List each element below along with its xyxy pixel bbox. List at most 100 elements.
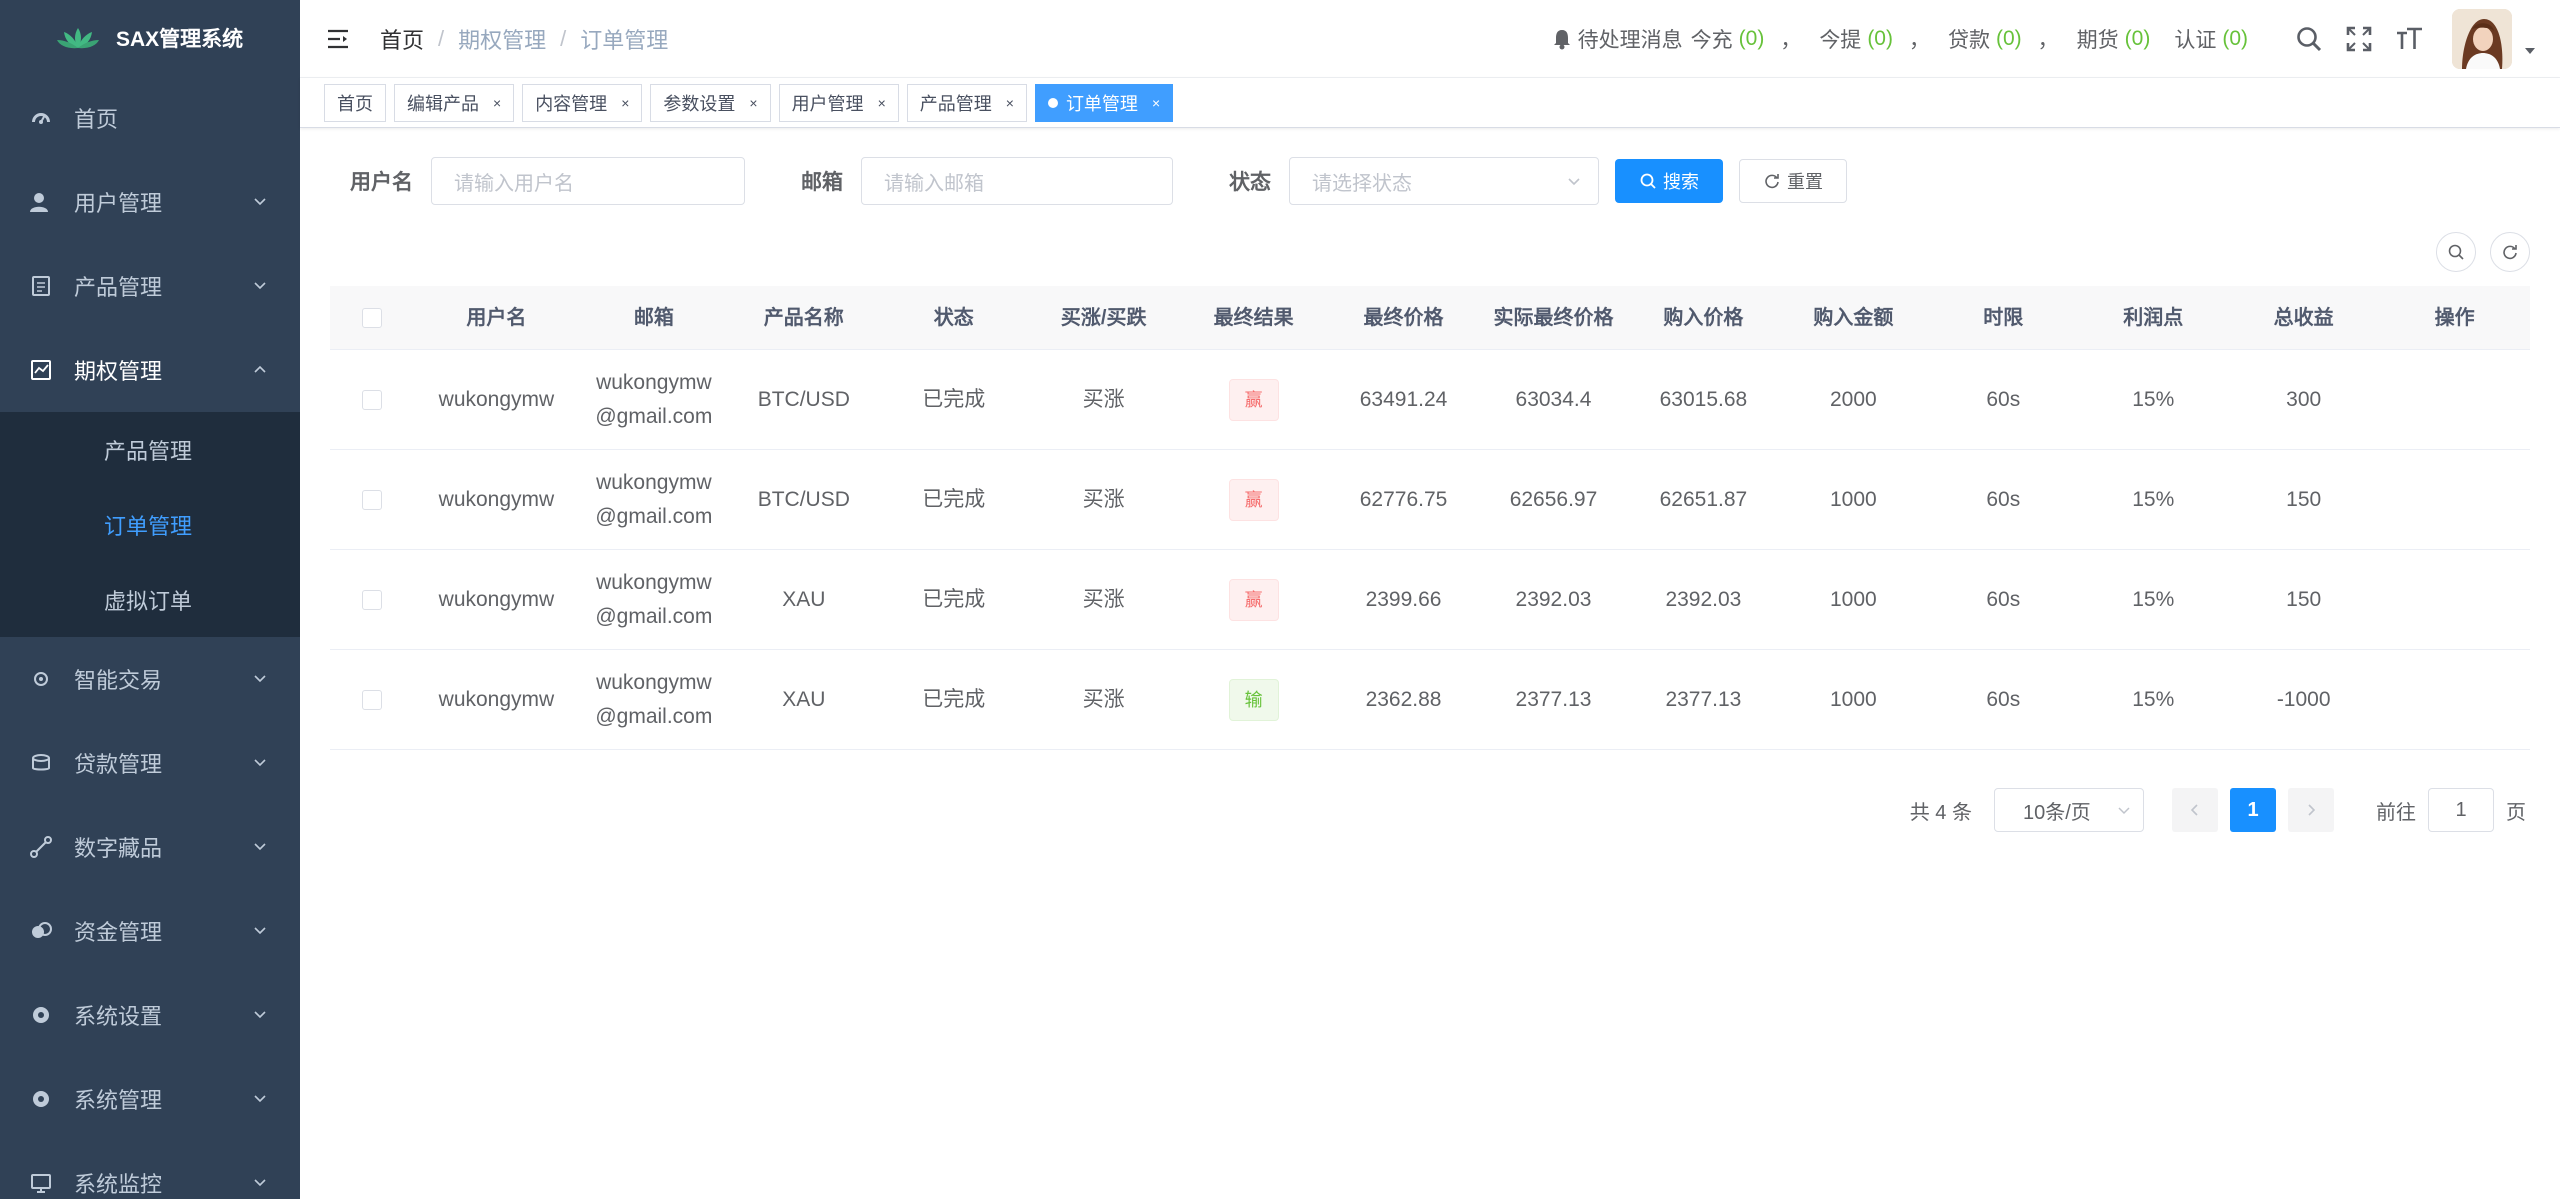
options-submenu: 产品管理 订单管理 虚拟订单: [0, 412, 300, 637]
column-header: 买涨/买跌: [1060, 306, 1147, 329]
page-size-select[interactable]: 10条/页: [1994, 788, 2144, 832]
tag-product-management[interactable]: 产品管理 ×: [906, 83, 1027, 122]
cell-username: wukongymw: [438, 387, 555, 411]
row-checkbox[interactable]: [361, 689, 382, 710]
column-header: 最终结果: [1213, 306, 1294, 329]
select-all-checkbox[interactable]: [361, 307, 382, 328]
sidebar-item-label: 系统管理: [74, 1088, 163, 1113]
row-checkbox[interactable]: [361, 389, 382, 410]
sidebar-item-funds[interactable]: 资金管理: [0, 889, 300, 973]
email-line: wukongymw: [596, 370, 712, 394]
tag-parameter-settings[interactable]: 参数设置 ×: [650, 83, 771, 122]
caret-down-icon[interactable]: [2524, 45, 2536, 57]
close-icon[interactable]: ×: [1152, 95, 1160, 111]
column-header: 实际最终价格: [1493, 306, 1614, 329]
reset-button[interactable]: 重置: [1739, 159, 1847, 203]
table-row: wukongymw wukongymw @gmail.com XAU 已完成 买涨…: [330, 550, 2530, 650]
cell-result: 赢: [1179, 378, 1329, 421]
font-size-icon[interactable]: [2394, 24, 2424, 54]
submenu-item-orders[interactable]: 订单管理: [0, 487, 300, 562]
prev-page-button[interactable]: [2172, 788, 2218, 832]
cell-status: 已完成: [922, 387, 986, 411]
page-size-value: 10条/页: [2023, 801, 2091, 824]
close-icon[interactable]: ×: [749, 95, 757, 111]
hamburger-icon[interactable]: [326, 27, 350, 51]
close-icon[interactable]: ×: [878, 95, 886, 111]
cell-direction: 买涨: [1082, 487, 1125, 511]
sidebar-item-users[interactable]: 用户管理: [0, 160, 300, 244]
submenu-item-virtual-orders[interactable]: 虚拟订单: [0, 562, 300, 637]
tag-user-management[interactable]: 用户管理 ×: [778, 83, 899, 122]
sidebar-item-system-management[interactable]: 系统管理: [0, 1057, 300, 1141]
sidebar-item-system-settings[interactable]: 系统设置: [0, 973, 300, 1057]
submenu-item-products[interactable]: 产品管理: [0, 412, 300, 487]
sidebar-item-options[interactable]: 期权管理: [0, 328, 300, 412]
email-line: @gmail.com: [595, 504, 713, 528]
cell-profit: 15%: [2132, 387, 2175, 411]
notice-loan-label: 贷款: [1947, 29, 1990, 52]
lotus-logo-icon: [57, 28, 99, 49]
cell-profit: 15%: [2132, 687, 2175, 711]
close-icon[interactable]: ×: [493, 95, 501, 111]
table-row: wukongymw wukongymw @gmail.com XAU 已完成 买涨…: [330, 650, 2530, 750]
sidebar-item-products[interactable]: 产品管理: [0, 244, 300, 328]
cell-amount: 2000: [1830, 387, 1877, 411]
tag-label: 内容管理: [535, 93, 608, 114]
cell-status: 已完成: [922, 587, 986, 611]
breadcrumb-home[interactable]: 首页: [380, 23, 424, 55]
close-icon[interactable]: ×: [621, 95, 629, 111]
status-label: 状态: [1229, 171, 1271, 194]
sidebar-item-label: 系统监控: [74, 1172, 163, 1197]
sidebar-item-digital-collectibles[interactable]: 数字藏品: [0, 805, 300, 889]
page-number-current[interactable]: 1: [2230, 788, 2276, 832]
email-label: 邮箱: [801, 171, 843, 194]
tag-content-management[interactable]: 内容管理 ×: [522, 83, 643, 122]
column-header: 购入价格: [1663, 306, 1744, 329]
close-icon[interactable]: ×: [1006, 95, 1014, 111]
cell-amount: 1000: [1830, 487, 1877, 511]
toggle-search-button[interactable]: [2436, 232, 2476, 272]
column-header: 操作: [2434, 306, 2475, 329]
table-toolbar: [2422, 232, 2530, 272]
cell-product: XAU: [782, 687, 826, 711]
app-logo[interactable]: SAX管理系统: [0, 0, 300, 76]
status-select[interactable]: 请选择状态: [1289, 157, 1599, 205]
avatar[interactable]: [2452, 9, 2512, 69]
column-header: 时限: [1983, 306, 2024, 329]
column-header: 邮箱: [633, 306, 674, 329]
tag-label: 用户管理: [791, 93, 864, 114]
next-page-button[interactable]: [2288, 788, 2334, 832]
pending-notice[interactable]: 待处理消息 今充 (0) ， 今提 (0) ， 贷款 (0) ， 期货 (0) …: [1552, 24, 2254, 54]
row-checkbox[interactable]: [361, 489, 382, 510]
tag-home[interactable]: 首页: [324, 83, 386, 122]
chevron-left-icon: [2190, 804, 2198, 816]
row-select-cell: [330, 689, 414, 710]
username-input[interactable]: 请输入用户名: [431, 157, 745, 205]
search-button[interactable]: 搜索: [1615, 159, 1723, 203]
tag-label: 产品管理: [919, 93, 992, 114]
email-line: @gmail.com: [595, 604, 713, 628]
chevron-down-icon: [254, 282, 266, 290]
refresh-button[interactable]: [2490, 232, 2530, 272]
row-checkbox[interactable]: [361, 589, 382, 610]
sidebar-item-smart-trading[interactable]: 智能交易: [0, 637, 300, 721]
coins-icon: [30, 920, 52, 942]
row-select-cell: [330, 489, 414, 510]
bell-icon: [1553, 30, 1570, 50]
tag-edit-product[interactable]: 编辑产品 ×: [394, 83, 515, 122]
tag-label: 订单管理: [1065, 93, 1138, 114]
goto-page-input[interactable]: 1: [2428, 788, 2494, 832]
cell-final-price: 62776.75: [1359, 487, 1448, 511]
fullscreen-icon[interactable]: [2344, 24, 2374, 54]
cell-direction: 买涨: [1082, 587, 1125, 611]
email-input[interactable]: 请输入邮箱: [861, 157, 1173, 205]
cell-buy-price: 2392.03: [1665, 587, 1742, 611]
chevron-down-icon: [254, 759, 266, 767]
sidebar-item-home[interactable]: 首页: [0, 76, 300, 160]
sidebar: SAX管理系统 首页 用户管理 产品管理 期权管理 产品管理 订单管理 虚拟订单…: [0, 0, 300, 1199]
sidebar-item-loans[interactable]: 贷款管理: [0, 721, 300, 805]
column-header: 利润点: [2123, 306, 2184, 329]
sidebar-item-system-monitor[interactable]: 系统监控: [0, 1141, 300, 1199]
tag-order-management[interactable]: 订单管理 ×: [1034, 83, 1174, 122]
search-icon[interactable]: [2294, 24, 2324, 54]
